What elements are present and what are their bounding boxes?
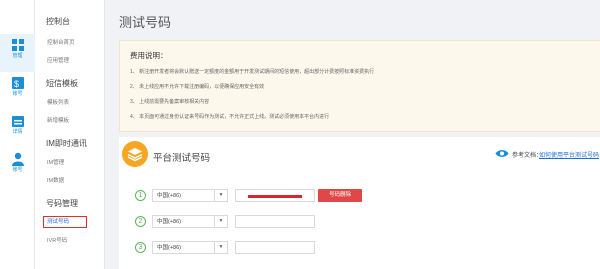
account-icon: $ [11, 77, 24, 89]
row-number: 3 [135, 242, 146, 253]
section-title-im: IM即时通讯 [46, 139, 87, 148]
country-code-value: 中国(+86) [157, 193, 181, 199]
notice-line: 2、 未上线应用不允许下载注册编码，以便确保应用安全有效 [130, 84, 265, 90]
section-title-sms-template: 短信模板 [46, 79, 78, 88]
number-row: 2 中国(+86) ▼ [135, 215, 375, 229]
chevron-down-icon: ▼ [214, 216, 227, 227]
eye-icon [495, 150, 509, 157]
fee-notice: 费用说明： 1、 新注册开发者将会默认赠送一定额度的金额用于开发测试期间的短信使… [119, 40, 600, 132]
rail-label: 账号 [12, 167, 23, 173]
phone-number-input[interactable] [235, 189, 315, 202]
sidebar-item-new-template[interactable]: 新增模板 [47, 116, 69, 124]
sidebar-item-test-number[interactable]: 测试号码 [43, 216, 87, 228]
row-number: 1 [135, 190, 146, 201]
section-title-console: 控制台 [46, 17, 70, 26]
notice-title: 费用说明： [130, 51, 168, 60]
rail-item-user[interactable]: 账号 [0, 148, 35, 186]
calendar-icon [11, 116, 24, 127]
rail-label: 管理 [12, 53, 23, 59]
rail-item-manage[interactable]: 管理 [0, 34, 35, 72]
main-content: 测试号码 费用说明： 1、 新注册开发者将会默认赠送一定额度的金额用于开发测试期… [105, 0, 600, 269]
country-code-value: 中国(+86) [157, 219, 181, 225]
number-row: 3 中国(+86) ▼ [135, 241, 375, 255]
number-row: 1 中国(+86) ▼ 号码删除 [135, 189, 375, 203]
page-title: 测试号码 [119, 15, 172, 30]
sub-sidebar: 控制台 控制台首页 应用管理 短信模板 模板列表 新增模板 IM即时通讯 IM管… [35, 0, 105, 269]
rail-item-detail[interactable]: 详情 [0, 110, 35, 148]
sidebar-item-app-manage[interactable]: 应用管理 [47, 56, 69, 64]
sidebar-item-console-home[interactable]: 控制台首页 [47, 38, 75, 46]
notice-line: 1、 新注册开发者将会默认赠送一定额度的金额用于开发测试期间的短信使用，超出部分… [130, 69, 375, 75]
notice-line: 4、 本页面可通过身份认证来号码作为测试，不允许正式上线。测试必须使用本平台内进… [130, 114, 330, 120]
reference-doc-link[interactable]: 如何使用平台测试号码 [539, 150, 599, 159]
phone-number-input[interactable] [235, 241, 315, 254]
section-title-number-manage: 号码管理 [46, 199, 78, 208]
row-number: 2 [135, 216, 146, 227]
sidebar-item-im-data[interactable]: IM数据 [47, 176, 64, 184]
country-code-select[interactable]: 中国(+86) ▼ [152, 215, 228, 228]
sidebar-item-template-list[interactable]: 模板列表 [47, 98, 69, 106]
user-icon [11, 152, 24, 166]
chevron-down-icon: ▼ [214, 190, 227, 201]
icon-rail: 管理 $ 账号 详情 账号 [0, 0, 35, 269]
test-number-card: 平台测试号码 参考文档： 如何使用平台测试号码 1 中国(+86) ▼ 号码删除… [119, 137, 600, 269]
grid-icon [11, 39, 24, 51]
country-code-select[interactable]: 中国(+86) ▼ [152, 241, 228, 254]
sidebar-item-ivr-number[interactable]: IVR号码 [47, 236, 67, 244]
svg-text:$: $ [14, 79, 19, 89]
sidebar-item-im-manage[interactable]: IM管理 [47, 158, 64, 166]
notice-line: 3、 上线前需要先备案审核相关内容 [130, 99, 210, 105]
section-title: 平台测试号码 [153, 153, 211, 164]
country-code-select[interactable]: 中国(+86) ▼ [152, 189, 228, 202]
phone-number-input[interactable] [235, 215, 315, 228]
stack-icon [122, 141, 148, 167]
rail-label: 账号 [12, 91, 23, 97]
rail-item-account[interactable]: $ 账号 [0, 72, 35, 110]
country-code-value: 中国(+86) [157, 245, 181, 251]
redacted-phone-value [248, 195, 302, 198]
rail-label: 详情 [12, 129, 23, 135]
reference-label: 参考文档： [512, 153, 543, 159]
chevron-down-icon: ▼ [214, 242, 227, 253]
remove-number-button[interactable]: 号码删除 [318, 189, 362, 202]
